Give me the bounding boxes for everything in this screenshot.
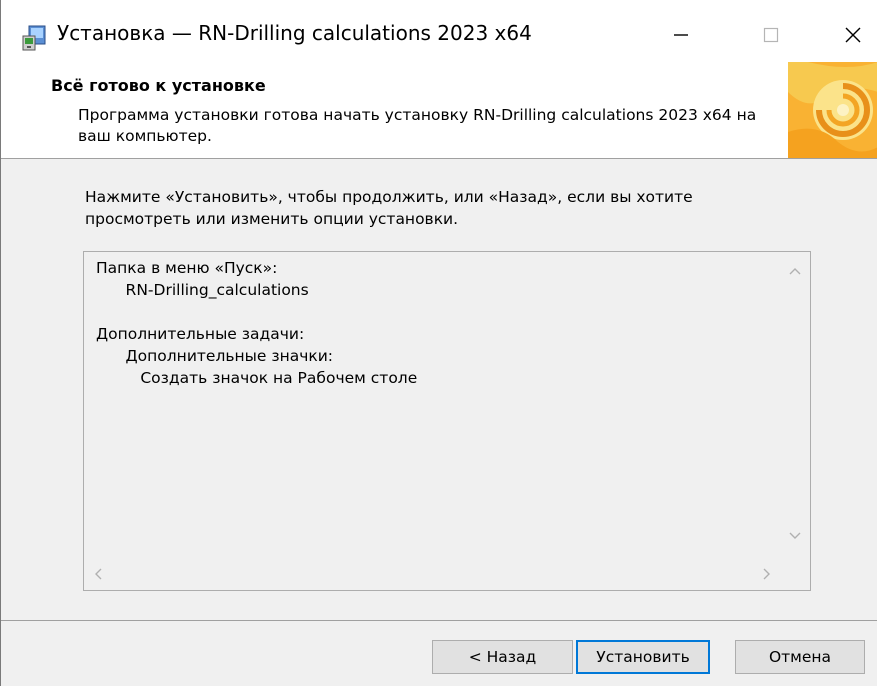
window-title: Установка — RN-Drilling calculations 202…: [57, 21, 532, 45]
memo-line: Дополнительные значки:: [96, 347, 334, 365]
installer-computer-icon[interactable]: [21, 24, 49, 52]
memo-line: Дополнительные задачи:: [96, 325, 305, 343]
vertical-scrollbar[interactable]: [780, 252, 810, 559]
cancel-button[interactable]: Отмена: [735, 640, 865, 674]
minimize-icon: [674, 34, 688, 36]
scroll-down-icon: [789, 532, 801, 539]
scrollbar-corner: [780, 559, 810, 590]
scroll-right-icon: [763, 568, 770, 580]
instruction-text: Нажмите «Установить», чтобы продолжить, …: [85, 188, 693, 228]
close-button[interactable]: [809, 0, 877, 70]
maximize-button[interactable]: [727, 0, 815, 70]
installer-swirl-logo: [788, 62, 877, 158]
installer-window: Установка — RN-Drilling calculations 202…: [0, 0, 877, 686]
install-button[interactable]: Установить: [576, 640, 710, 674]
back-button[interactable]: < Назад: [432, 640, 573, 674]
page-description: Программа установки готова начать устано…: [78, 106, 757, 145]
memo-line: RN-Drilling_calculations: [96, 281, 309, 299]
scroll-up-icon: [789, 268, 801, 275]
scroll-left-icon: [95, 568, 102, 580]
footer-divider: [1, 620, 877, 621]
memo-line: Папка в меню «Пуск»:: [96, 259, 278, 277]
ready-memo[interactable]: Папка в меню «Пуск»: RN-Drilling_calcula…: [83, 251, 811, 591]
memo-text: Папка в меню «Пуск»: RN-Drilling_calcula…: [96, 257, 417, 389]
close-icon: [845, 27, 861, 43]
page-title: Всё готово к установке: [51, 76, 266, 95]
horizontal-scrollbar[interactable]: [84, 559, 781, 590]
memo-line: Создать значок на Рабочем столе: [96, 369, 418, 387]
minimize-button[interactable]: [637, 0, 725, 70]
maximize-icon: [763, 27, 779, 43]
wizard-header: Всё готово к установке Программа установ…: [1, 62, 877, 159]
